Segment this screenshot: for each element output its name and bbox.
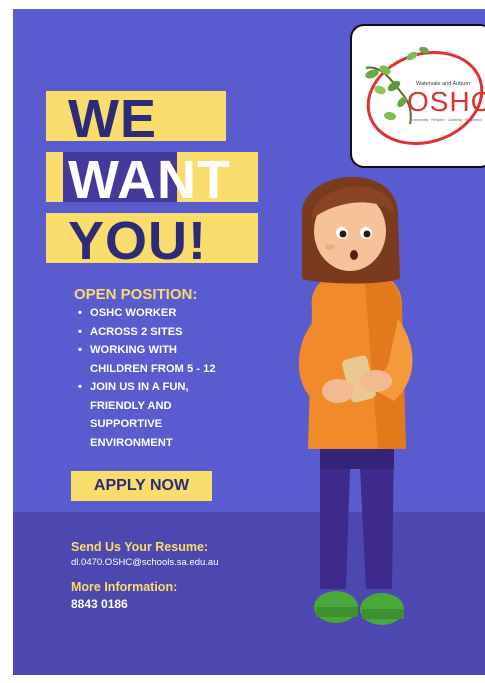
resume-title: Send Us Your Resume: (71, 540, 209, 554)
headline-want: WANT (68, 153, 231, 207)
logo-wordmark: OSHC (407, 86, 485, 117)
headline-we: WE (68, 89, 157, 149)
list-item: JOIN US IN A FUN, (78, 378, 216, 397)
headline-want-white: WA (68, 150, 157, 210)
headline-want-end: NT (157, 150, 231, 210)
open-position-title: OPEN POSITION: (74, 286, 198, 303)
position-list: OSHC WORKER ACROSS 2 SITES WORKING WITH … (78, 304, 216, 452)
logo-tagline: Community · Respect · Learning · Happine… (410, 118, 482, 122)
phone-number[interactable]: 8843 0186 (71, 597, 128, 611)
list-item: ACROSS 2 SITES (78, 323, 216, 342)
list-item: OSHC WORKER (78, 304, 216, 323)
email-link[interactable]: dl.0470.OSHC@schools.sa.edu.au (71, 557, 218, 568)
list-item: WORKING WITH (78, 341, 216, 360)
list-item-continued: FRIENDLY AND (90, 399, 172, 412)
list-item-continued: ENVIRONMENT (90, 436, 173, 449)
oshc-logo: Watervale and Auburn OSHC Community · Re… (350, 24, 485, 168)
list-item-continued: SUPPORTIVE (90, 418, 163, 430)
character-illustration (298, 176, 413, 625)
info-title: More Information: (71, 580, 178, 594)
job-poster: Watervale and Auburn OSHC Community · Re… (13, 9, 485, 675)
headline-you: YOU! (68, 211, 207, 271)
list-item-continued: CHILDREN FROM 5 - 12 (90, 362, 216, 375)
apply-now-button[interactable]: APPLY NOW (71, 471, 212, 501)
